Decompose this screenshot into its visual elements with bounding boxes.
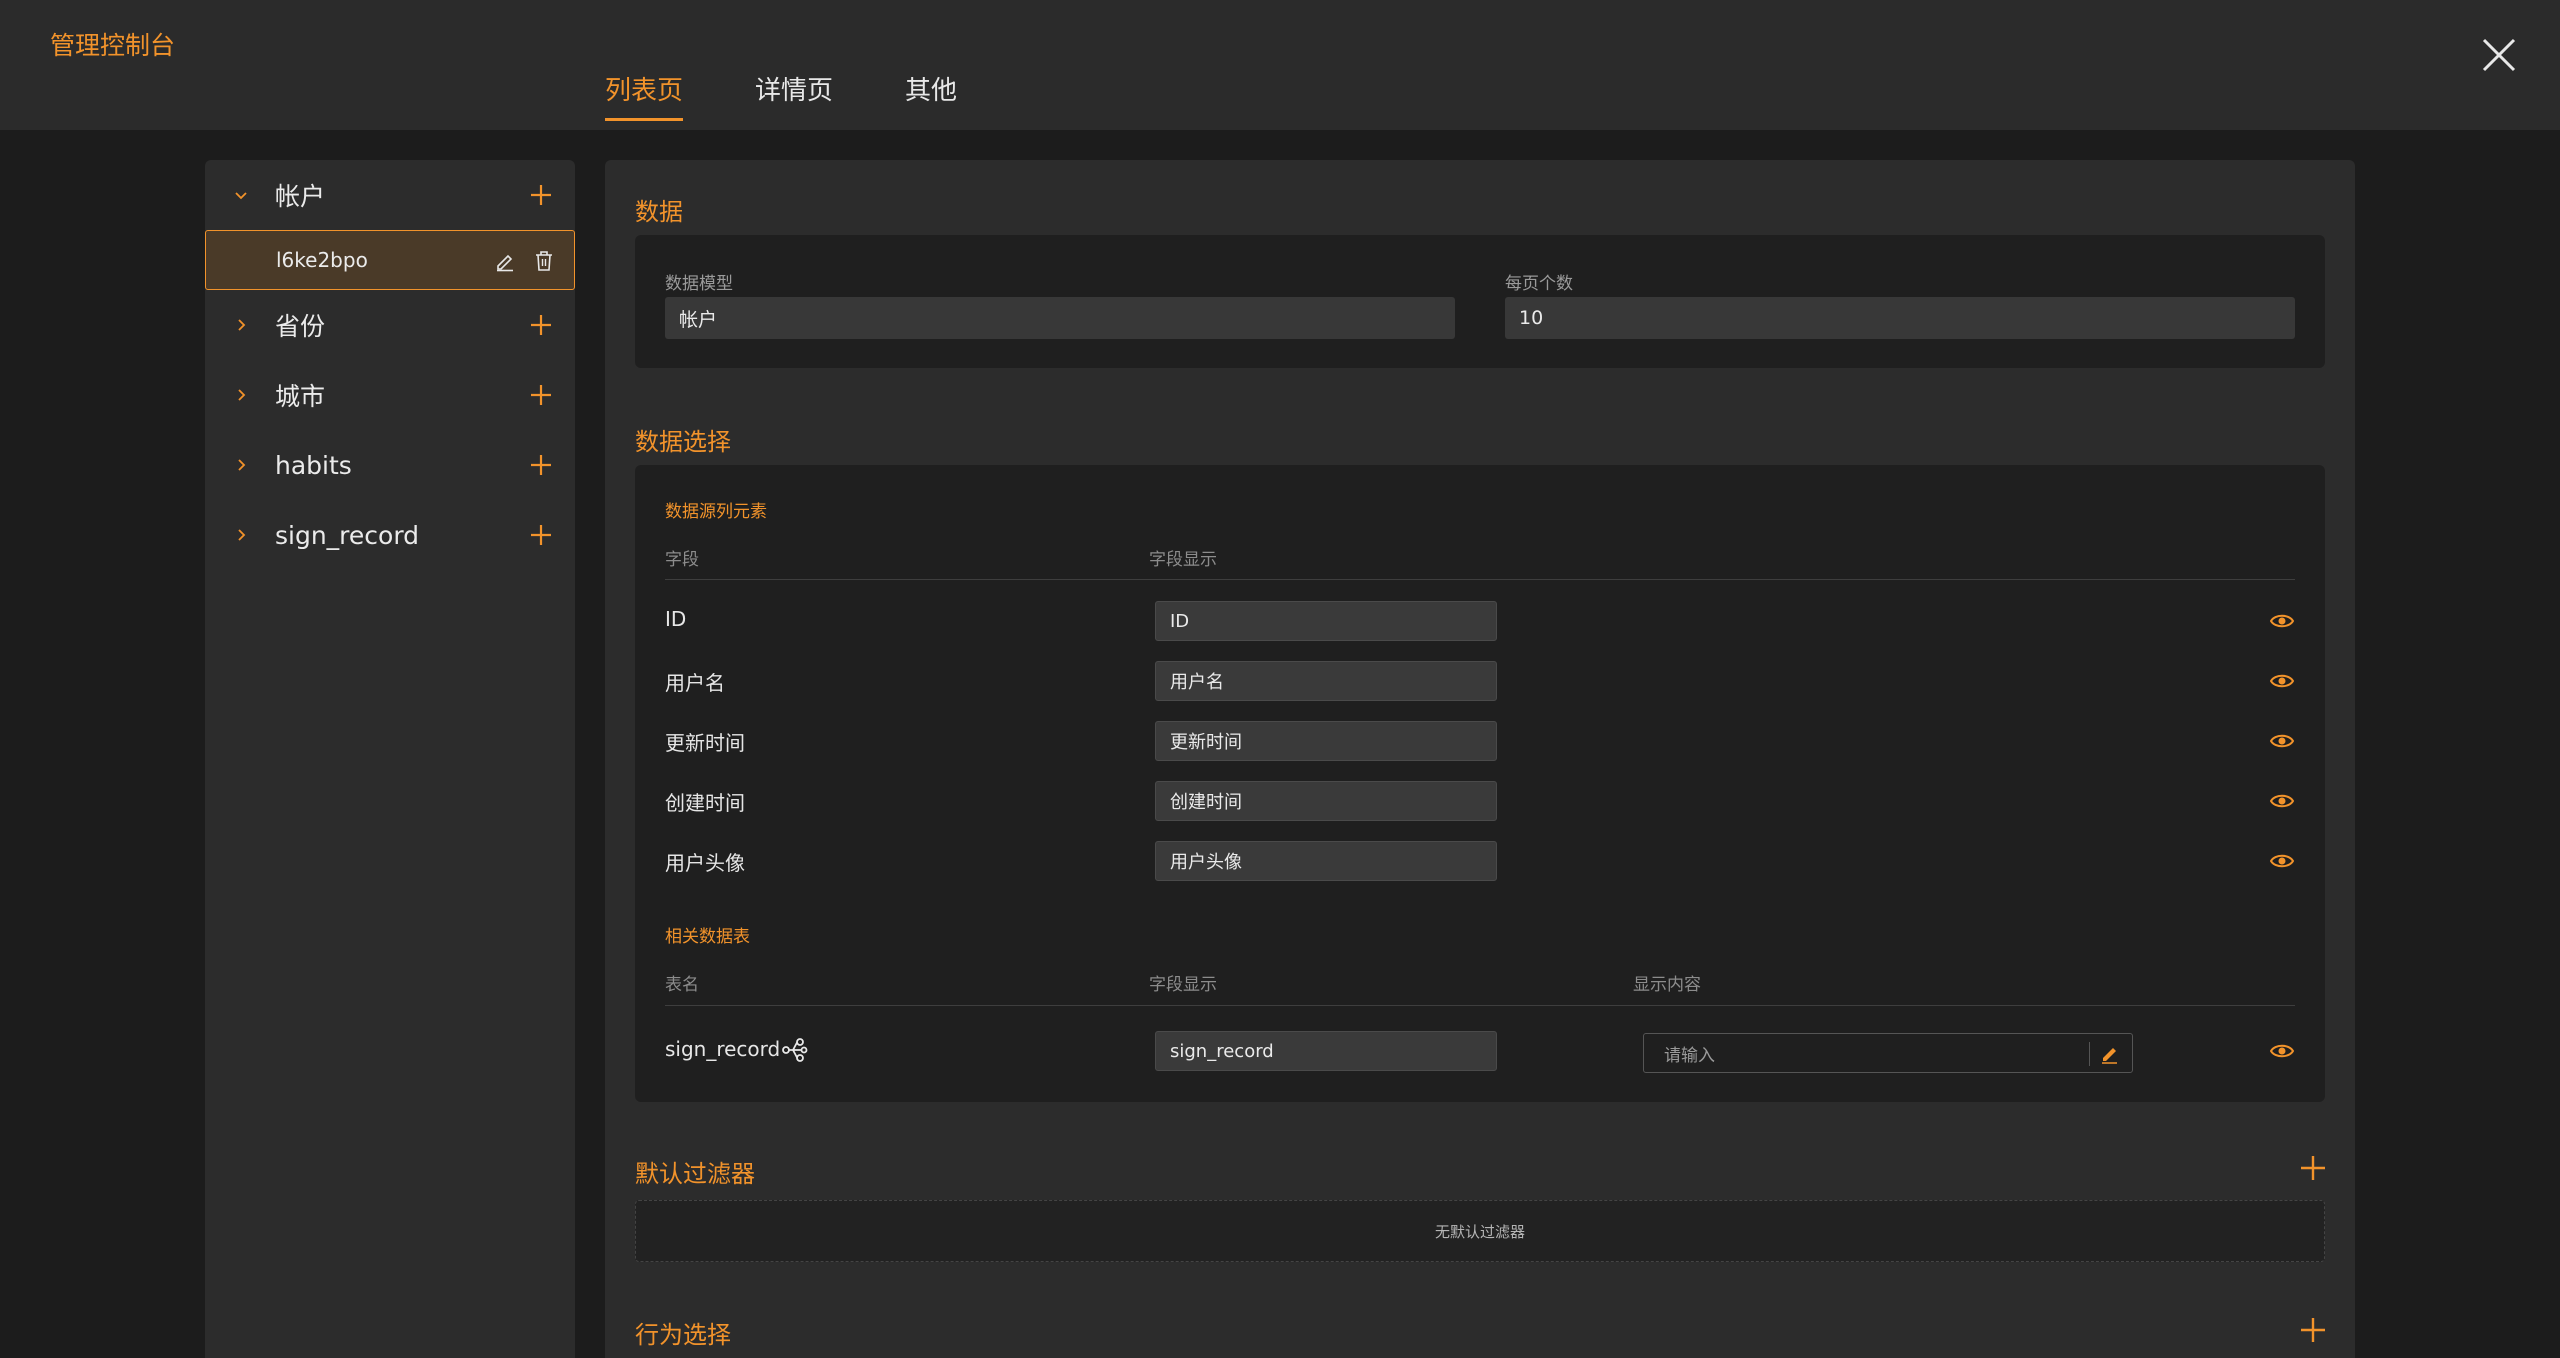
pencil-icon[interactable] bbox=[2100, 1044, 2120, 1064]
chevron-right-icon[interactable] bbox=[231, 455, 251, 475]
add-filter-icon[interactable] bbox=[2299, 1154, 2327, 1182]
col-header-content: 显示内容 bbox=[1633, 975, 1701, 995]
page-size-label: 每页个数 bbox=[1505, 274, 1573, 294]
model-sidebar: 帐户 l6ke2bpo 省份 城市 habits sign_record bbox=[205, 160, 575, 1358]
sidebar-item-habits[interactable]: habits bbox=[205, 435, 575, 495]
row-field-avatar: 用户头像 bbox=[665, 851, 745, 875]
col-header-field: 字段 bbox=[665, 550, 699, 570]
edit-icon[interactable] bbox=[494, 250, 516, 272]
eye-icon[interactable] bbox=[2270, 852, 2294, 870]
sidebar-item-sign-record[interactable]: sign_record bbox=[205, 505, 575, 565]
page-size-input[interactable]: 10 bbox=[1505, 297, 2295, 339]
sidebar-item-account[interactable]: 帐户 bbox=[205, 165, 575, 225]
row-field-id: ID bbox=[665, 607, 687, 631]
related-content-input[interactable]: 请输入 bbox=[1643, 1033, 2133, 1073]
eye-icon[interactable] bbox=[2270, 732, 2294, 750]
tab-list-page[interactable]: 列表页 bbox=[605, 70, 684, 121]
sidebar-item-label: 省份 bbox=[275, 312, 326, 341]
eye-icon[interactable] bbox=[2270, 792, 2294, 810]
add-action-icon[interactable] bbox=[2299, 1316, 2327, 1344]
chevron-down-icon[interactable] bbox=[231, 185, 251, 205]
sidebar-item-province[interactable]: 省份 bbox=[205, 295, 575, 355]
selection-section-title: 数据选择 bbox=[635, 428, 731, 456]
row-field-created-at: 创建时间 bbox=[665, 791, 745, 815]
chevron-right-icon[interactable] bbox=[231, 315, 251, 335]
divider bbox=[665, 1005, 2295, 1006]
display-input-created-at[interactable]: 创建时间 bbox=[1155, 781, 1497, 821]
eye-icon[interactable] bbox=[2270, 672, 2294, 690]
data-card: 数据模型 帐户 每页个数 10 bbox=[635, 235, 2325, 368]
filter-section-title: 默认过滤器 bbox=[635, 1160, 755, 1188]
close-icon[interactable] bbox=[2480, 36, 2518, 74]
row-field-updated-at: 更新时间 bbox=[665, 731, 745, 755]
add-icon[interactable] bbox=[529, 313, 553, 337]
tab-detail-page[interactable]: 详情页 bbox=[755, 70, 833, 119]
display-input-avatar[interactable]: 用户头像 bbox=[1155, 841, 1497, 881]
col-header-table-display: 字段显示 bbox=[1149, 975, 1217, 995]
relation-icon[interactable] bbox=[782, 1037, 808, 1063]
tab-bar: 列表页 详情页 其他 bbox=[605, 70, 1029, 121]
action-section-title: 行为选择 bbox=[635, 1321, 731, 1349]
related-table-name: sign_record bbox=[665, 1037, 781, 1061]
model-select[interactable]: 帐户 bbox=[665, 297, 1455, 339]
chevron-right-icon[interactable] bbox=[231, 385, 251, 405]
related-display-input[interactable]: sign_record bbox=[1155, 1031, 1497, 1071]
chevron-right-icon[interactable] bbox=[231, 525, 251, 545]
source-columns-title: 数据源列元素 bbox=[665, 502, 767, 522]
app-title: 管理控制台 bbox=[50, 31, 176, 60]
add-icon[interactable] bbox=[529, 523, 553, 547]
add-icon[interactable] bbox=[529, 183, 553, 207]
sidebar-subitem-l6ke2bpo[interactable]: l6ke2bpo bbox=[205, 230, 575, 290]
sidebar-item-label: 帐户 bbox=[275, 182, 326, 211]
sidebar-subitem-label: l6ke2bpo bbox=[276, 248, 368, 272]
tab-other[interactable]: 其他 bbox=[905, 70, 957, 119]
display-input-updated-at[interactable]: 更新时间 bbox=[1155, 721, 1497, 761]
row-field-username: 用户名 bbox=[665, 671, 725, 695]
sidebar-item-label: habits bbox=[275, 450, 352, 480]
display-input-username[interactable]: 用户名 bbox=[1155, 661, 1497, 701]
config-panel: 数据 数据模型 帐户 每页个数 10 数据选择 数据源列元素 字段 字段显示 I… bbox=[605, 160, 2355, 1358]
sidebar-item-label: sign_record bbox=[275, 520, 420, 550]
empty-filter-box: 无默认过滤器 bbox=[635, 1200, 2325, 1262]
data-section-title: 数据 bbox=[635, 198, 683, 226]
delete-icon[interactable] bbox=[534, 250, 554, 272]
eye-icon[interactable] bbox=[2270, 612, 2294, 630]
selection-card: 数据源列元素 字段 字段显示 ID ID 用户名 用户名 更新时间 更新时间 创… bbox=[635, 465, 2325, 1102]
add-icon[interactable] bbox=[529, 383, 553, 407]
model-label: 数据模型 bbox=[665, 274, 733, 294]
col-header-display: 字段显示 bbox=[1149, 550, 1217, 570]
input-separator bbox=[2089, 1042, 2090, 1066]
add-icon[interactable] bbox=[529, 453, 553, 477]
content-placeholder: 请输入 bbox=[1664, 1045, 1715, 1066]
top-bar: 管理控制台 列表页 详情页 其他 bbox=[0, 0, 2560, 130]
sidebar-item-label: 城市 bbox=[275, 382, 326, 411]
col-header-table: 表名 bbox=[665, 975, 699, 995]
sidebar-item-city[interactable]: 城市 bbox=[205, 365, 575, 425]
related-tables-title: 相关数据表 bbox=[665, 927, 750, 947]
divider bbox=[665, 579, 2295, 580]
display-input-id[interactable]: ID bbox=[1155, 601, 1497, 641]
eye-icon[interactable] bbox=[2270, 1042, 2294, 1060]
